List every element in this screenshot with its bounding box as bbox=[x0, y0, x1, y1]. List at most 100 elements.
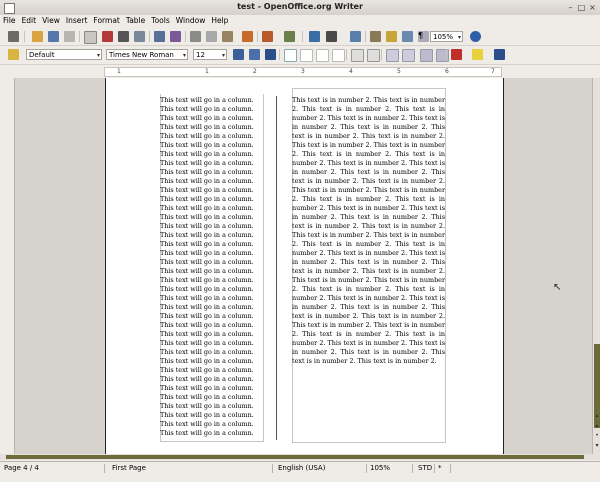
previous-page-icon[interactable]: ▴ bbox=[593, 422, 600, 430]
email-icon[interactable] bbox=[64, 31, 75, 42]
print-icon[interactable] bbox=[118, 31, 129, 42]
menu-view[interactable]: View bbox=[39, 15, 63, 27]
edit-file-icon[interactable] bbox=[84, 31, 97, 44]
column-1-line[interactable]: This text will go in a column. bbox=[160, 402, 260, 411]
bold-icon[interactable] bbox=[233, 49, 244, 60]
status-zoom[interactable]: 105% bbox=[370, 462, 390, 474]
column-1-line[interactable]: This text will go in a column. bbox=[160, 123, 260, 132]
zoom-combo[interactable]: 105% ▾ bbox=[430, 31, 463, 42]
table-icon[interactable] bbox=[326, 31, 337, 42]
decrease-indent-icon[interactable] bbox=[386, 49, 399, 62]
column-1-line[interactable]: This text will go in a column. bbox=[160, 321, 260, 330]
menu-format[interactable]: Format bbox=[90, 15, 122, 27]
status-language[interactable]: English (USA) bbox=[278, 462, 325, 474]
help-icon[interactable] bbox=[470, 31, 481, 42]
menu-tools[interactable]: Tools bbox=[148, 15, 172, 27]
column-1-line[interactable]: This text will go in a column. bbox=[160, 231, 260, 240]
navigation-icon[interactable]: • bbox=[593, 432, 600, 440]
menu-window[interactable]: Window bbox=[173, 15, 209, 27]
paragraph-rtl-icon[interactable] bbox=[436, 49, 449, 62]
copy-icon[interactable] bbox=[206, 31, 217, 42]
new-document-icon[interactable] bbox=[8, 31, 19, 42]
menu-help[interactable]: Help bbox=[208, 15, 231, 27]
status-selection-mode[interactable]: STD bbox=[418, 462, 432, 474]
save-icon[interactable] bbox=[48, 31, 59, 42]
column-1-line[interactable]: This text will go in a column. bbox=[160, 429, 260, 438]
open-folder-icon[interactable] bbox=[32, 31, 43, 42]
column-2-text[interactable]: This text is in number 2. This text is i… bbox=[292, 96, 445, 366]
hyperlink-icon[interactable] bbox=[309, 31, 320, 42]
maximize-icon[interactable]: □ bbox=[577, 3, 586, 12]
column-1-line[interactable]: This text will go in a column. bbox=[160, 141, 260, 150]
minimize-icon[interactable]: – bbox=[566, 3, 575, 12]
column-1-line[interactable]: This text will go in a column. bbox=[160, 366, 260, 375]
column-1-line[interactable]: This text will go in a column. bbox=[160, 285, 260, 294]
underline-icon[interactable] bbox=[265, 49, 276, 60]
nonprinting-characters-icon[interactable]: ¶ bbox=[418, 31, 429, 42]
autospellcheck-icon[interactable] bbox=[170, 31, 181, 42]
paragraph-ltr-icon[interactable] bbox=[420, 49, 433, 62]
column-1-line[interactable]: This text will go in a column. bbox=[160, 294, 260, 303]
font-size-combo[interactable]: 12 ▾ bbox=[193, 49, 227, 60]
menu-table[interactable]: Table bbox=[123, 15, 148, 27]
numbering-icon[interactable] bbox=[351, 49, 364, 62]
column-1-line[interactable]: This text will go in a column. bbox=[160, 339, 260, 348]
show-draw-functions-icon[interactable] bbox=[350, 31, 361, 42]
spellcheck-icon[interactable] bbox=[154, 31, 165, 42]
column-1-line[interactable]: This text will go in a column. bbox=[160, 132, 260, 141]
column-1-line[interactable]: This text will go in a column. bbox=[160, 384, 260, 393]
column-1-line[interactable]: This text will go in a column. bbox=[160, 276, 260, 285]
document-area[interactable]: This text will go in a column. This text … bbox=[0, 78, 592, 454]
column-1-line[interactable]: This text will go in a column. bbox=[160, 303, 260, 312]
column-1-line[interactable]: This text will go in a column. bbox=[160, 375, 260, 384]
format-paintbrush-icon[interactable] bbox=[242, 31, 253, 42]
column-1-line[interactable]: This text will go in a column. bbox=[160, 213, 260, 222]
navigator-icon[interactable] bbox=[386, 31, 397, 42]
increase-indent-icon[interactable] bbox=[402, 49, 415, 62]
column-1-line[interactable]: This text will go in a column. bbox=[160, 105, 260, 114]
status-page-style[interactable]: First Page bbox=[112, 462, 146, 474]
column-1-line[interactable]: This text will go in a column. bbox=[160, 114, 260, 123]
document-page[interactable]: This text will go in a column. This text … bbox=[105, 78, 504, 454]
horizontal-ruler[interactable]: 1 1 2 3 4 5 6 7 bbox=[0, 65, 600, 77]
menu-file[interactable]: File bbox=[0, 15, 19, 27]
export-pdf-icon[interactable] bbox=[102, 31, 113, 42]
column-1-line[interactable]: This text will go in a column. bbox=[160, 204, 260, 213]
close-icon[interactable]: × bbox=[588, 3, 597, 12]
next-page-icon[interactable]: ▾ bbox=[593, 442, 600, 450]
ruler-track[interactable]: 1 1 2 3 4 5 6 7 bbox=[104, 67, 502, 77]
scroll-up-icon[interactable]: ▴ bbox=[593, 412, 600, 420]
horizontal-scrollbar[interactable] bbox=[0, 454, 600, 460]
italic-icon[interactable] bbox=[249, 49, 260, 60]
redo-icon[interactable] bbox=[284, 31, 295, 42]
column-1-line[interactable]: This text will go in a column. bbox=[160, 267, 260, 276]
gallery-icon[interactable] bbox=[402, 31, 413, 42]
vertical-scrollbar[interactable]: ▴ ▴ • ▾ bbox=[592, 78, 600, 454]
align-right-icon[interactable] bbox=[316, 49, 329, 62]
font-color-icon[interactable] bbox=[451, 49, 462, 60]
align-left-icon[interactable] bbox=[284, 49, 297, 62]
column-1-line[interactable]: This text will go in a column. bbox=[160, 186, 260, 195]
column-1-line[interactable]: This text will go in a column. bbox=[160, 330, 260, 339]
align-center-icon[interactable] bbox=[300, 49, 313, 62]
font-name-combo[interactable]: Times New Roman ▾ bbox=[106, 49, 188, 60]
column-1-line[interactable]: This text will go in a column. bbox=[160, 420, 260, 429]
column-1-line[interactable]: This text will go in a column. bbox=[160, 195, 260, 204]
column-1-line[interactable]: This text will go in a column. bbox=[160, 159, 260, 168]
column-1-line[interactable]: This text will go in a column. bbox=[160, 177, 260, 186]
justify-icon[interactable] bbox=[332, 49, 345, 62]
styles-formatting-icon[interactable] bbox=[8, 49, 19, 60]
undo-icon[interactable] bbox=[262, 31, 273, 42]
status-page[interactable]: Page 4 / 4 bbox=[4, 462, 39, 474]
column-1-line[interactable]: This text will go in a column. bbox=[160, 240, 260, 249]
column-1-line[interactable]: This text will go in a column. bbox=[160, 150, 260, 159]
column-1-line[interactable]: This text will go in a column. bbox=[160, 96, 260, 105]
column-1-line[interactable]: This text will go in a column. bbox=[160, 393, 260, 402]
column-1-line[interactable]: This text will go in a column. bbox=[160, 348, 260, 357]
highlighting-icon[interactable] bbox=[472, 49, 483, 60]
paragraph-style-combo[interactable]: Default ▾ bbox=[26, 49, 102, 60]
column-1-line[interactable]: This text will go in a column. bbox=[160, 312, 260, 321]
column-1-text[interactable]: This text will go in a column. This text … bbox=[160, 96, 260, 438]
find-replace-icon[interactable] bbox=[370, 31, 381, 42]
cut-icon[interactable] bbox=[190, 31, 201, 42]
